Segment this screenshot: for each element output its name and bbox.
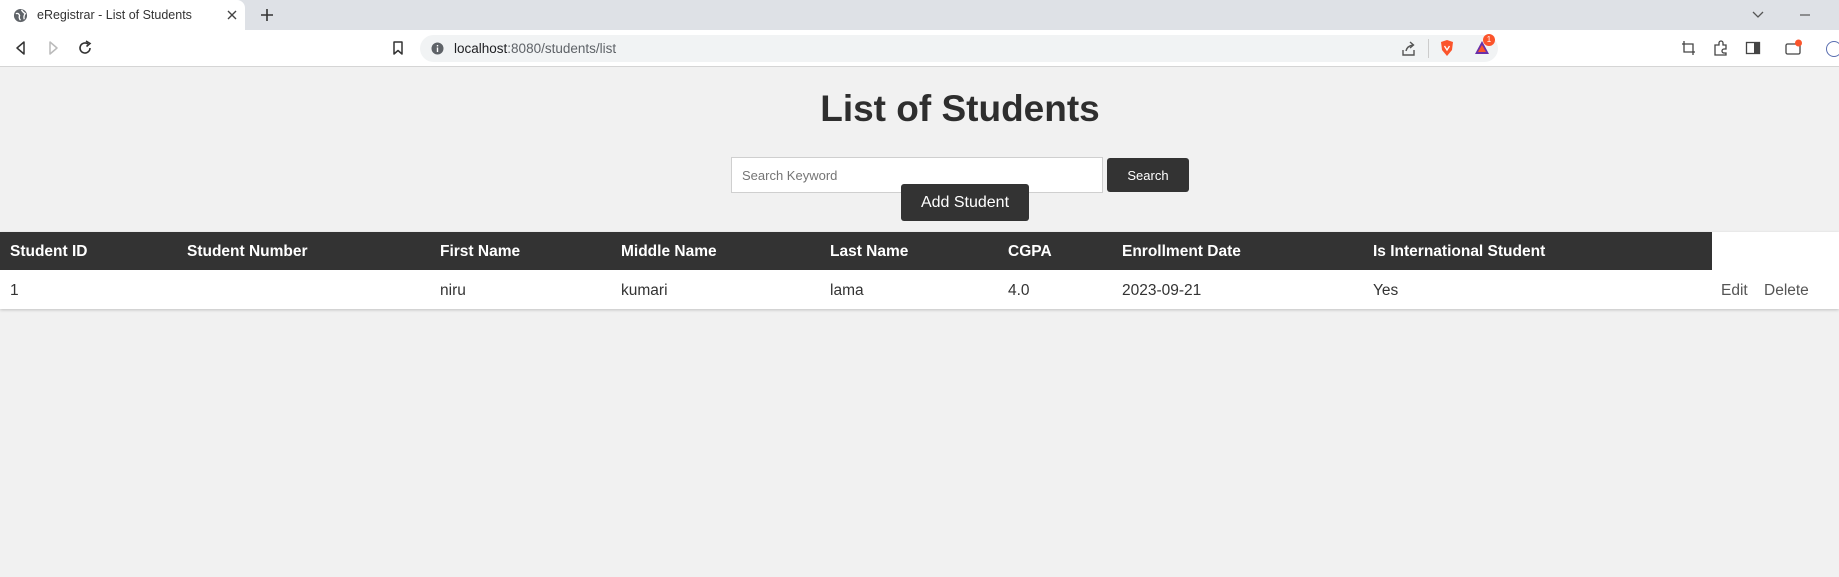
url-host: localhost (454, 41, 508, 56)
tab-title: eRegistrar - List of Students (37, 8, 192, 22)
close-icon[interactable] (224, 7, 240, 23)
cell-student-id: 1 (10, 282, 19, 299)
extensions-icon[interactable] (1712, 39, 1730, 57)
column-header-cgpa: CGPA (1008, 243, 1052, 260)
cell-first-name: niru (440, 282, 466, 299)
delete-link[interactable]: Delete (1764, 282, 1809, 300)
column-header-student-id: Student ID (10, 243, 88, 260)
cell-middle-name: kumari (621, 282, 668, 299)
search-button[interactable]: Search (1107, 158, 1189, 192)
column-header-student-number: Student Number (187, 243, 308, 260)
column-header-first-name: First Name (440, 243, 521, 260)
add-student-button[interactable]: Add Student (901, 184, 1029, 221)
minimize-icon[interactable] (1797, 8, 1813, 22)
cell-last-name: lama (830, 282, 864, 299)
globe-icon (13, 8, 28, 23)
toolbar-divider (1428, 39, 1429, 58)
bookmark-icon[interactable] (389, 39, 407, 57)
screenshot-icon[interactable] (1680, 39, 1698, 57)
cell-cgpa: 4.0 (1008, 282, 1030, 299)
profile-icon[interactable] (1826, 41, 1839, 57)
browser-toolbar: localhost:8080/students/list 1 (0, 30, 1839, 67)
browser-tab[interactable]: eRegistrar - List of Students (0, 0, 245, 30)
cell-international: Yes (1373, 282, 1399, 299)
table-header: Student ID Student Number First Name Mid… (0, 232, 1712, 270)
info-icon[interactable] (431, 42, 444, 55)
page-title: List of Students (820, 88, 1100, 129)
notification-badge: 1 (1483, 34, 1495, 46)
tab-strip: eRegistrar - List of Students (0, 0, 1839, 30)
forward-icon[interactable] (44, 39, 62, 57)
wallet-icon[interactable] (1784, 39, 1802, 57)
address-bar[interactable]: localhost:8080/students/list (420, 35, 1498, 62)
url-path: :8080/students/list (507, 41, 617, 56)
students-table: Student ID Student Number First Name Mid… (0, 232, 1839, 309)
back-icon[interactable] (12, 39, 30, 57)
column-header-international: Is International Student (1373, 243, 1546, 260)
reload-icon[interactable] (76, 39, 94, 57)
chevron-down-icon[interactable] (1750, 8, 1766, 22)
edit-link[interactable]: Edit (1721, 282, 1748, 300)
share-icon[interactable] (1400, 40, 1418, 58)
brave-shield-icon[interactable] (1438, 39, 1456, 57)
cell-enrollment-date: 2023-09-21 (1122, 282, 1202, 299)
plus-icon[interactable] (258, 6, 276, 24)
url-text: localhost:8080/students/list (454, 41, 616, 56)
column-header-middle-name: Middle Name (621, 243, 717, 260)
column-header-enrollment-date: Enrollment Date (1122, 243, 1241, 260)
page-content: List of Students Search Add Student Stud… (0, 67, 1839, 577)
sidebar-icon[interactable] (1744, 39, 1762, 57)
column-header-last-name: Last Name (830, 243, 909, 260)
